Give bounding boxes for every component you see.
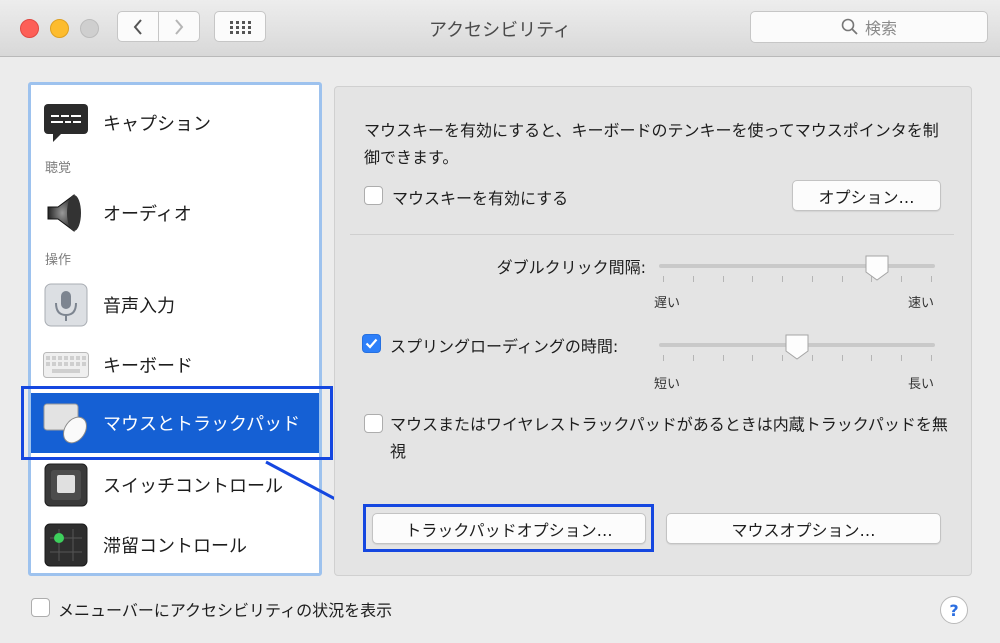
menubar-status-label: メニューバーにアクセシビリティの状況を表示 bbox=[58, 601, 393, 620]
options-button[interactable]: オプション… bbox=[792, 180, 941, 211]
double-click-slider-knob[interactable] bbox=[864, 254, 890, 282]
slider-tick bbox=[871, 355, 873, 361]
divider bbox=[350, 234, 954, 235]
mouse-keys-checkbox[interactable] bbox=[364, 186, 383, 205]
slider-tick bbox=[811, 355, 813, 361]
slider-tick bbox=[841, 355, 843, 361]
slider-tick bbox=[752, 355, 754, 361]
trackpad-options-button[interactable]: トラックパッドオプション… bbox=[372, 513, 646, 544]
slider-tick bbox=[692, 276, 694, 282]
help-button[interactable]: ? bbox=[940, 596, 968, 624]
slider-tick bbox=[722, 276, 724, 282]
slider-tick bbox=[782, 355, 784, 361]
checkmark-icon bbox=[365, 338, 378, 349]
slider-tick bbox=[931, 276, 932, 282]
menubar-status-checkbox[interactable] bbox=[31, 598, 50, 617]
double-click-min-label: 遅い bbox=[654, 296, 681, 311]
slider-tick bbox=[663, 276, 664, 282]
slider-tick bbox=[692, 355, 694, 361]
spring-loading-max-label: 長い bbox=[908, 377, 935, 392]
double-click-slider[interactable] bbox=[659, 264, 935, 268]
slider-tick bbox=[901, 355, 903, 361]
slider-tick bbox=[722, 355, 724, 361]
slider-tick bbox=[901, 276, 903, 282]
double-click-max-label: 速い bbox=[908, 296, 935, 311]
ignore-trackpad-label: マウスまたはワイヤレストラックパッドがあるときは内蔵トラックパッドを無視 bbox=[390, 415, 948, 461]
slider-tick bbox=[811, 276, 813, 282]
mouse-keys-label: マウスキーを有効にする bbox=[392, 189, 569, 208]
spring-loading-checkbox[interactable] bbox=[362, 334, 381, 353]
ignore-trackpad-checkbox[interactable] bbox=[364, 414, 383, 433]
slider-tick bbox=[752, 276, 754, 282]
mouse-options-button[interactable]: マウスオプション… bbox=[666, 513, 941, 544]
spring-loading-slider-knob[interactable] bbox=[784, 333, 810, 361]
spring-loading-min-label: 短い bbox=[654, 377, 681, 392]
double-click-label: ダブルクリック間隔: bbox=[496, 258, 646, 277]
mouse-keys-description: マウスキーを有効にすると、キーボードのテンキーを使ってマウスポインタを制御できま… bbox=[364, 121, 939, 167]
slider-tick bbox=[663, 355, 664, 361]
slider-tick bbox=[782, 276, 784, 282]
slider-tick bbox=[931, 355, 932, 361]
spring-loading-label: スプリングローディングの時間: bbox=[390, 337, 619, 356]
slider-tick bbox=[841, 276, 843, 282]
